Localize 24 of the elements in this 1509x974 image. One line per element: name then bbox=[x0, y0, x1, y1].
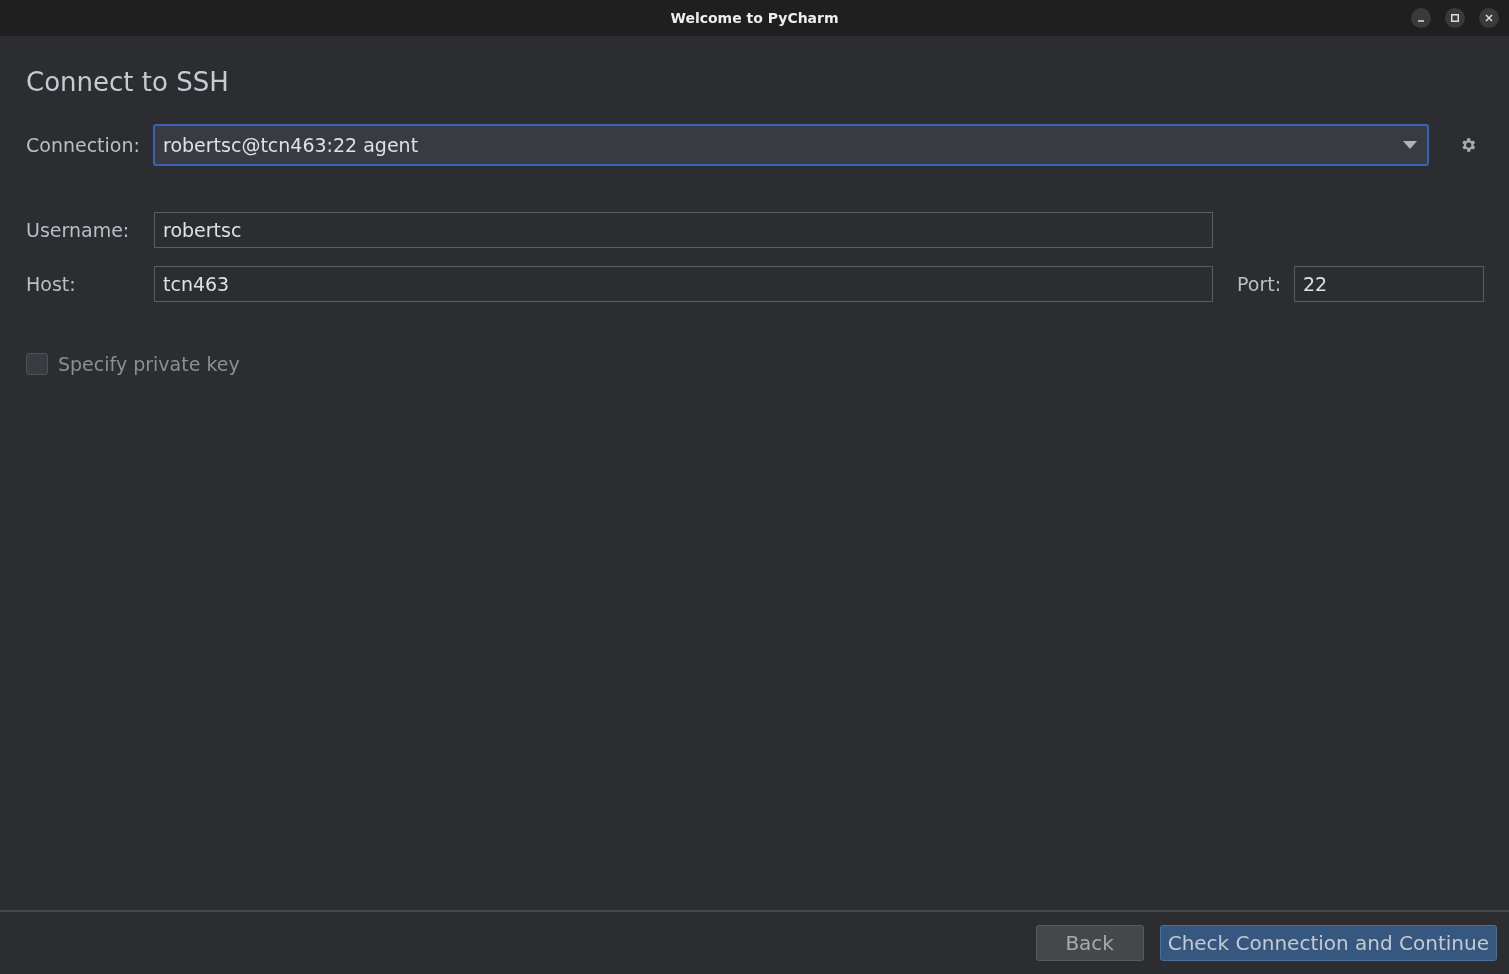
window-title: Welcome to PyCharm bbox=[670, 8, 839, 28]
continue-button[interactable]: Check Connection and Continue bbox=[1159, 925, 1497, 961]
maximize-icon bbox=[1451, 14, 1459, 22]
field-label: Connection: bbox=[26, 132, 141, 158]
field-value: 22 bbox=[1303, 271, 1328, 297]
field-label: Port: bbox=[1237, 271, 1283, 297]
checkbox[interactable] bbox=[26, 353, 48, 376]
text-field[interactable]: 22 bbox=[1294, 266, 1484, 302]
field-label: Host: bbox=[26, 271, 77, 297]
connection-dropdown[interactable]: robertsc@tcn463:22 agent bbox=[153, 124, 1429, 166]
field-value: robertsc bbox=[163, 217, 242, 243]
dialog-heading: Connect to SSH bbox=[26, 66, 230, 98]
field-value: tcn463 bbox=[163, 271, 230, 297]
connection-value: robertsc@tcn463:22 agent bbox=[163, 132, 419, 158]
dropdown-caret-icon bbox=[1403, 141, 1417, 149]
text-field[interactable]: tcn463 bbox=[154, 266, 1213, 302]
close-button[interactable] bbox=[1479, 8, 1499, 28]
close-icon bbox=[1485, 14, 1493, 22]
text-field[interactable]: robertsc bbox=[154, 212, 1213, 248]
field-label: Username: bbox=[26, 217, 131, 243]
minimize-button[interactable] bbox=[1411, 8, 1431, 28]
maximize-button[interactable] bbox=[1445, 8, 1465, 28]
checkbox-label: Specify private key bbox=[58, 352, 240, 377]
back-button[interactable]: Back bbox=[1035, 925, 1144, 961]
